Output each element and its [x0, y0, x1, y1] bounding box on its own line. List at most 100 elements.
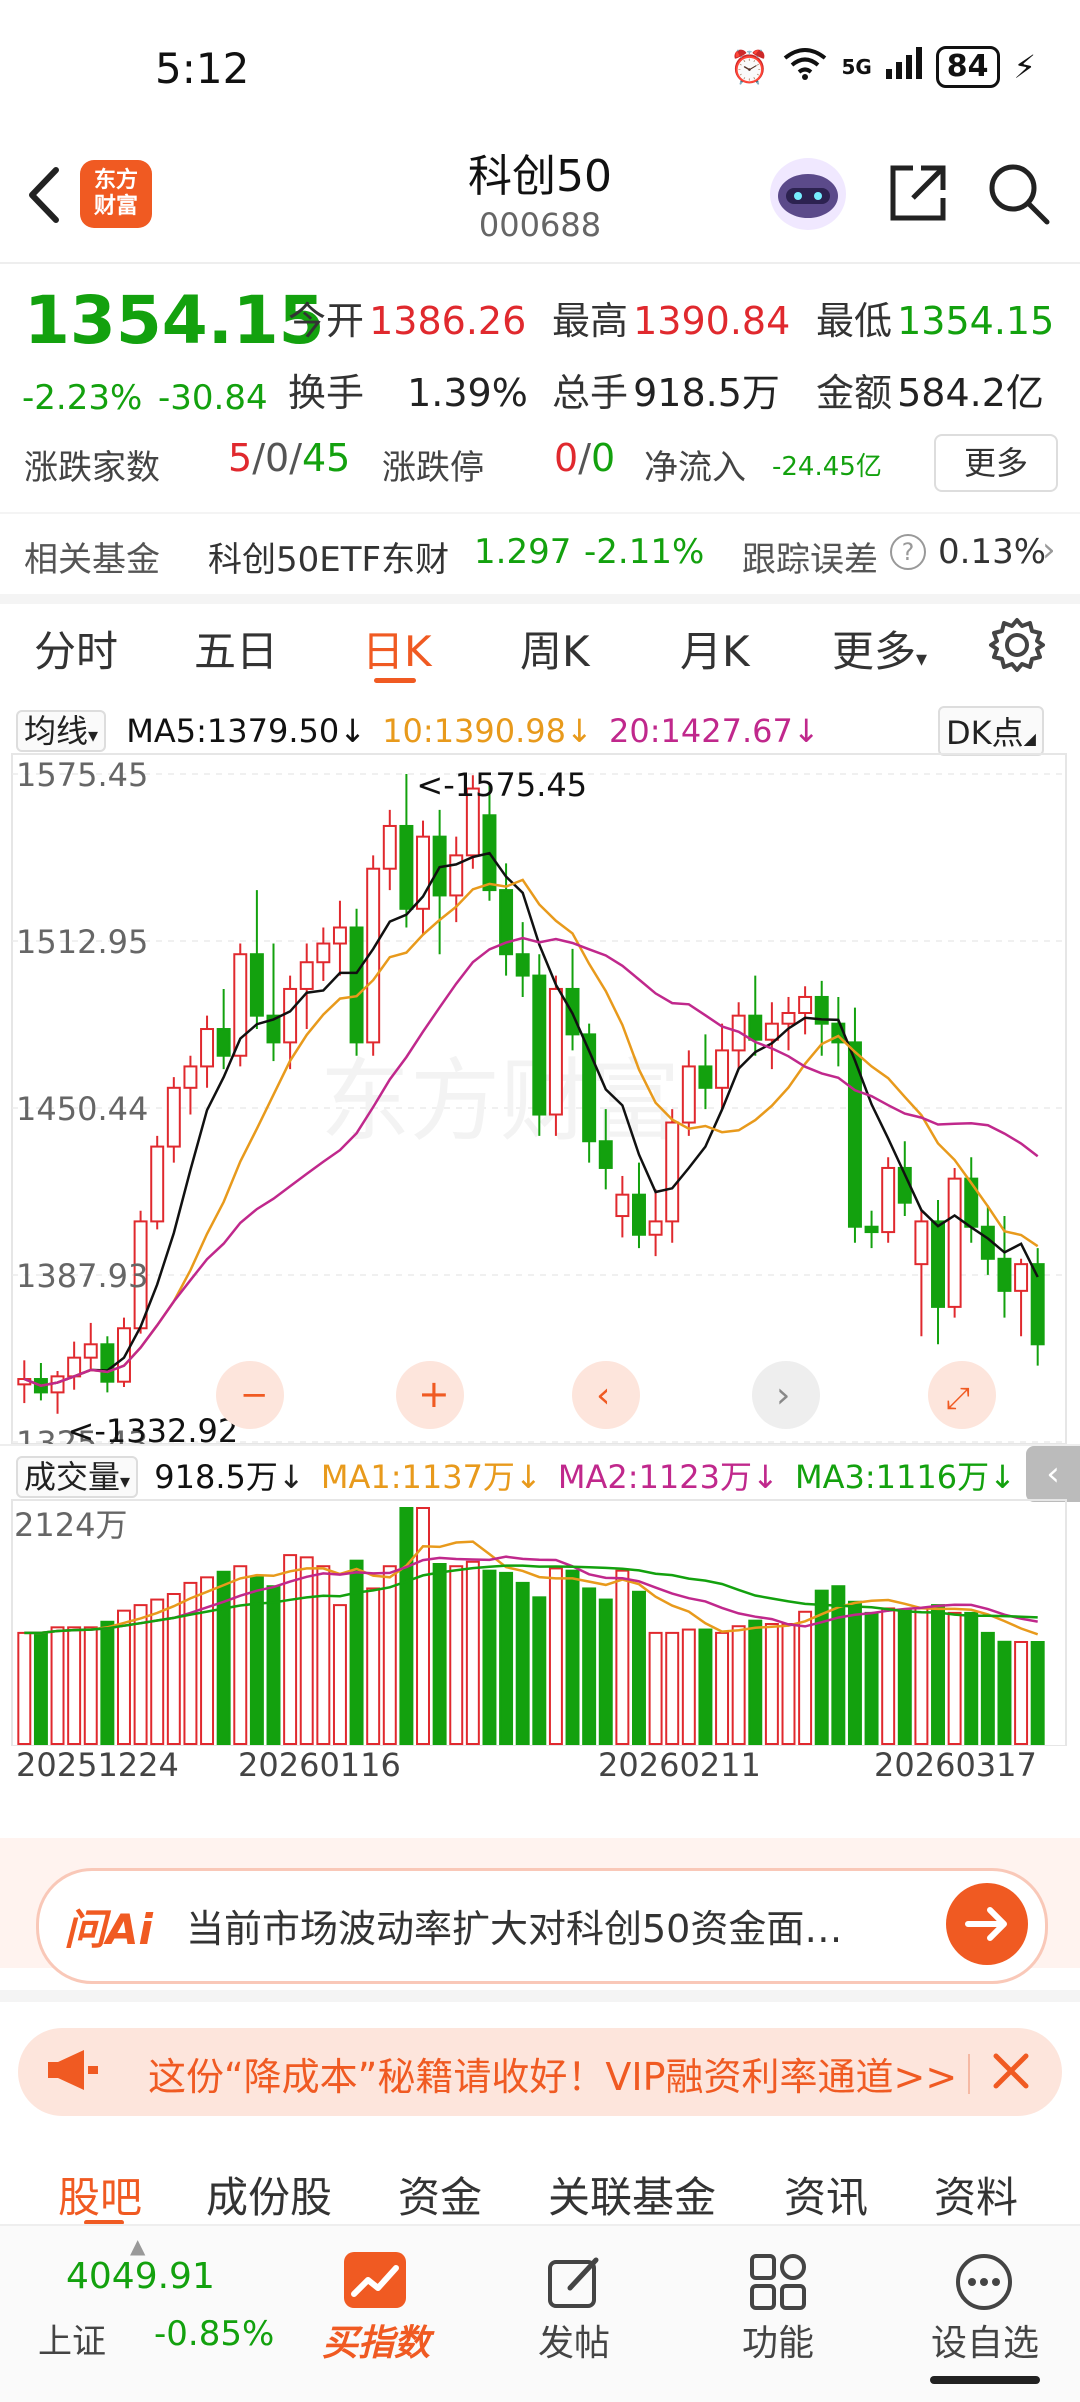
low-marker: <-1332.92 [68, 1412, 239, 1446]
ai-assistant-avatar[interactable] [770, 158, 846, 230]
volume-chart[interactable]: 2124万 [0, 1498, 1080, 1746]
limit-up: 0 [554, 436, 579, 480]
settings-gear-icon[interactable] [988, 616, 1046, 674]
section-tab-related-funds[interactable]: 关联基金 [548, 2164, 716, 2225]
quote-row-1: 今开 1386.26 [288, 290, 526, 345]
volume-bar [83, 1626, 98, 1745]
share-icon[interactable] [885, 160, 951, 226]
low-value: 1354.15 [897, 299, 1055, 343]
volume-bar [332, 1604, 347, 1745]
volume-selector[interactable]: 成交量▾ [16, 1456, 139, 1498]
watermark: 东方财富 [320, 1049, 680, 1154]
search-icon[interactable] [985, 160, 1051, 226]
sse-index-value[interactable]: 4049.91 [66, 2256, 215, 2297]
volume-bar [565, 1569, 580, 1745]
nav-buy-index[interactable]: 买指数 [306, 2244, 446, 2394]
volume-bar [449, 1565, 464, 1745]
candle-body [798, 995, 813, 1014]
section-gap-3 [0, 1990, 1080, 2002]
volume-bar [931, 1604, 945, 1745]
nav-post[interactable]: 发帖 [514, 2244, 634, 2394]
volume-legend: 成交量▾ 918.5万↓ MA1:1137万↓ MA2:1123万↓ MA3:1… [16, 1452, 1016, 1498]
price-tick-label: 1512.95 [16, 923, 148, 961]
quote-volume: 总手 918.5万 [552, 362, 780, 417]
candle-body [715, 1049, 730, 1089]
candle-body [615, 1193, 630, 1218]
volume-bar [432, 1563, 447, 1745]
volume-bar [299, 1556, 314, 1746]
section-tab-constituents[interactable]: 成份股 [206, 2164, 332, 2225]
candle-body [200, 1028, 215, 1068]
volume-bar [582, 1587, 597, 1745]
dk-point-toggle[interactable]: DK点◢ [938, 706, 1044, 756]
tab-intraday[interactable]: 分时 [34, 618, 118, 679]
volume-bar [681, 1628, 696, 1745]
volume-bar [465, 1560, 480, 1746]
more-button[interactable]: 更多 [934, 434, 1058, 492]
ai-prompt-text[interactable]: 当前市场波动率扩大对科创50资金面… [186, 1898, 926, 1953]
candle-body [681, 1065, 696, 1124]
section-tab-funds[interactable]: 资金 [398, 2164, 482, 2225]
candle-body [914, 1220, 929, 1266]
tab-month-k[interactable]: 月K [680, 618, 750, 679]
candle-body [781, 1011, 796, 1025]
breadth-up: 5 [228, 436, 253, 480]
ai-submit-button[interactable] [946, 1883, 1028, 1965]
tab-active-indicator [374, 678, 416, 683]
caret-down-icon: ▾ [916, 647, 928, 672]
alarm-icon: ⏰ [729, 48, 770, 86]
ma-selector[interactable]: 均线▾ [16, 710, 107, 752]
tab-week-k[interactable]: 周K [520, 618, 590, 679]
section-tab-guba[interactable]: 股吧 [58, 2164, 142, 2225]
megaphone-icon [44, 2046, 100, 2094]
ai-logo: 问Ai [64, 1905, 153, 1954]
volume-bar [416, 1507, 430, 1745]
sse-index-name: 上证 [38, 2322, 106, 2362]
volume-bar [316, 1565, 331, 1745]
volume-bar [715, 1631, 730, 1745]
volume-bar [266, 1585, 281, 1745]
related-fund-row[interactable]: 相关基金 科创50ETF东财 1.297 -2.11% 跟踪误差 ? 0.13%… [0, 514, 1080, 594]
section-tab-profile[interactable]: 资料 [934, 2164, 1018, 2225]
volume-bar [67, 1626, 82, 1745]
candle-body [100, 1343, 115, 1383]
caret-up-icon: ▲ [130, 2234, 146, 2258]
expand-icon: ⤢ [946, 1381, 970, 1416]
date-label: 20260211 [598, 1746, 761, 1784]
volume-bar [532, 1596, 547, 1746]
candle-body [183, 1065, 198, 1089]
volume-bar [117, 1609, 131, 1745]
nav-functions[interactable]: 功能 [718, 2244, 838, 2394]
volume-bar [1030, 1641, 1045, 1745]
nav-add-watchlist[interactable]: 设自选 [920, 2244, 1050, 2394]
ma20-line [23, 936, 1039, 1387]
limit-label: 涨跌停 [382, 448, 484, 488]
collapse-panel-button[interactable]: ‹ [1026, 1446, 1080, 1502]
change-percent: -2.23% [22, 378, 143, 418]
volume-bar [698, 1628, 713, 1745]
candle-body [299, 961, 314, 990]
price-tick-label: 1450.44 [16, 1090, 148, 1128]
candle-body [349, 926, 364, 1044]
kline-chart[interactable]: 东方财富 1575.451512.951450.441387.931325.43… [0, 752, 1080, 1446]
close-icon[interactable] [986, 2046, 1036, 2096]
tab-five-day[interactable]: 五日 [194, 618, 278, 679]
arrow-down-icon: ↓ [514, 1458, 542, 1496]
help-icon[interactable]: ? [890, 534, 926, 570]
volume-bar [615, 1569, 630, 1745]
volume-bar [349, 1559, 364, 1745]
candle-body [249, 953, 264, 1017]
signal-icon [885, 47, 922, 87]
candle-body [150, 1145, 165, 1223]
fund-name: 科创50ETF东财 [208, 540, 450, 580]
tab-day-k[interactable]: 日K [362, 618, 432, 679]
volume-bar [100, 1620, 115, 1745]
tab-more[interactable]: 更多▾ [832, 618, 927, 679]
breadth-label: 涨跌家数 [24, 448, 160, 488]
candle-body [166, 1086, 181, 1148]
section-tab-news[interactable]: 资讯 [784, 2164, 868, 2225]
date-axis: 20251224 20260116 20260211 20260317 [0, 1746, 1080, 1786]
tab-more-label: 更多 [832, 627, 917, 676]
breadth-down: 45 [302, 436, 351, 480]
volume-axis-max: 2124万 [14, 1506, 127, 1544]
